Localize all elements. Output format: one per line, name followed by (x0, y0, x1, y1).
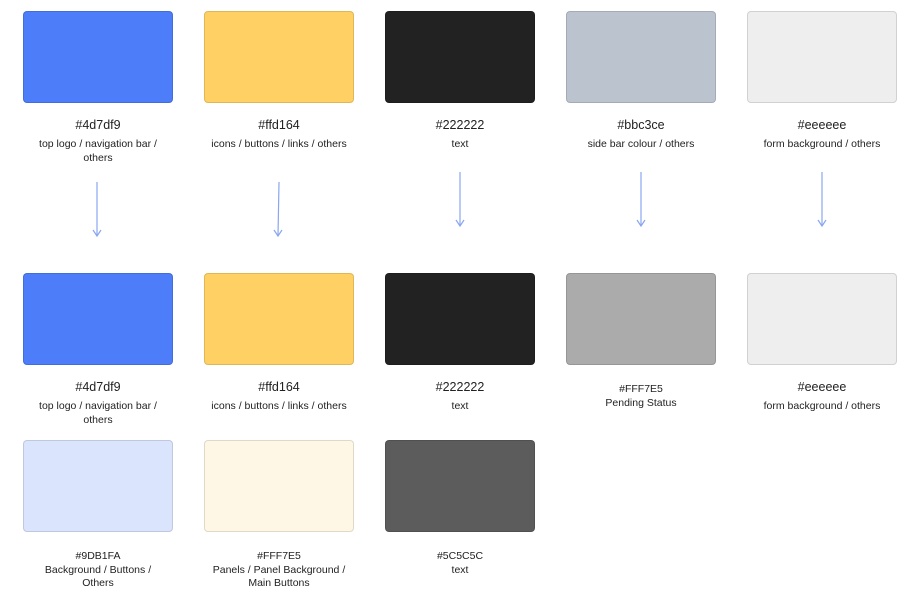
hex-code: #9DB1FA (75, 550, 121, 562)
bottom-swatch-card-2: #FFF7E5 Panels / Panel Background / Main… (204, 440, 354, 590)
mid-swatch-card-4: #FFF7E5 Pending Status (566, 273, 716, 410)
color-swatch (747, 11, 897, 103)
usage-description: Pending Status (605, 397, 677, 409)
hex-code: #FFF7E5 (257, 550, 301, 562)
hex-code: #222222 (435, 380, 485, 394)
mid-swatch-card-2: #ffd164 icons / buttons / links / others (204, 273, 354, 413)
usage-description: form background / others (763, 138, 881, 150)
color-swatch (23, 11, 173, 103)
color-swatch (385, 273, 535, 365)
down-arrow-icon (636, 172, 646, 228)
usage-description: text (451, 400, 469, 412)
color-swatch (385, 11, 535, 103)
color-swatch (23, 273, 173, 365)
usage-description: top logo / navigation bar / others (39, 400, 157, 426)
hex-code: #4d7df9 (75, 380, 121, 394)
usage-description: text (451, 564, 469, 576)
usage-description: top logo / navigation bar / others (39, 138, 157, 164)
hex-code: #bbc3ce (617, 118, 665, 132)
usage-description: Background / Buttons / Others (44, 564, 152, 589)
color-swatch (566, 11, 716, 103)
hex-code: #4d7df9 (75, 118, 121, 132)
top-swatch-card-1: #4d7df9 top logo / navigation bar / othe… (23, 11, 173, 165)
down-arrow-icon (817, 172, 827, 228)
hex-code: #222222 (435, 118, 485, 132)
hex-code: #ffd164 (258, 118, 300, 132)
down-arrow-icon (273, 182, 283, 238)
mid-swatch-card-1: #4d7df9 top logo / navigation bar / othe… (23, 273, 173, 427)
hex-code: #eeeeee (797, 380, 847, 394)
color-swatch (23, 440, 173, 532)
usage-description: side bar colour / others (587, 138, 695, 150)
color-swatch (204, 273, 354, 365)
bottom-swatch-card-1: #9DB1FA Background / Buttons / Others (23, 440, 173, 590)
top-swatch-card-5: #eeeeee form background / others (747, 11, 897, 151)
hex-code: #FFF7E5 (619, 383, 663, 395)
top-swatch-card-3: #222222 text (385, 11, 535, 151)
color-swatch (747, 273, 897, 365)
usage-description: Panels / Panel Background / Main Buttons (212, 564, 346, 589)
mid-swatch-card-3: #222222 text (385, 273, 535, 413)
usage-description: icons / buttons / links / others (211, 400, 347, 412)
bottom-swatch-card-3: #5C5C5C text (385, 440, 535, 577)
color-swatch (204, 440, 354, 532)
top-swatch-card-4: #bbc3ce side bar colour / others (566, 11, 716, 151)
mid-swatch-card-5: #eeeeee form background / others (747, 273, 897, 413)
usage-description: text (451, 138, 469, 150)
color-swatch (204, 11, 354, 103)
color-swatch (566, 273, 716, 365)
color-swatch (385, 440, 535, 532)
hex-code: #ffd164 (258, 380, 300, 394)
usage-description: icons / buttons / links / others (211, 138, 347, 150)
hex-code: #5C5C5C (436, 550, 484, 562)
top-swatch-card-2: #ffd164 icons / buttons / links / others (204, 11, 354, 151)
down-arrow-icon (455, 172, 465, 228)
usage-description: form background / others (763, 400, 881, 412)
down-arrow-icon (92, 182, 102, 238)
hex-code: #eeeeee (797, 118, 847, 132)
